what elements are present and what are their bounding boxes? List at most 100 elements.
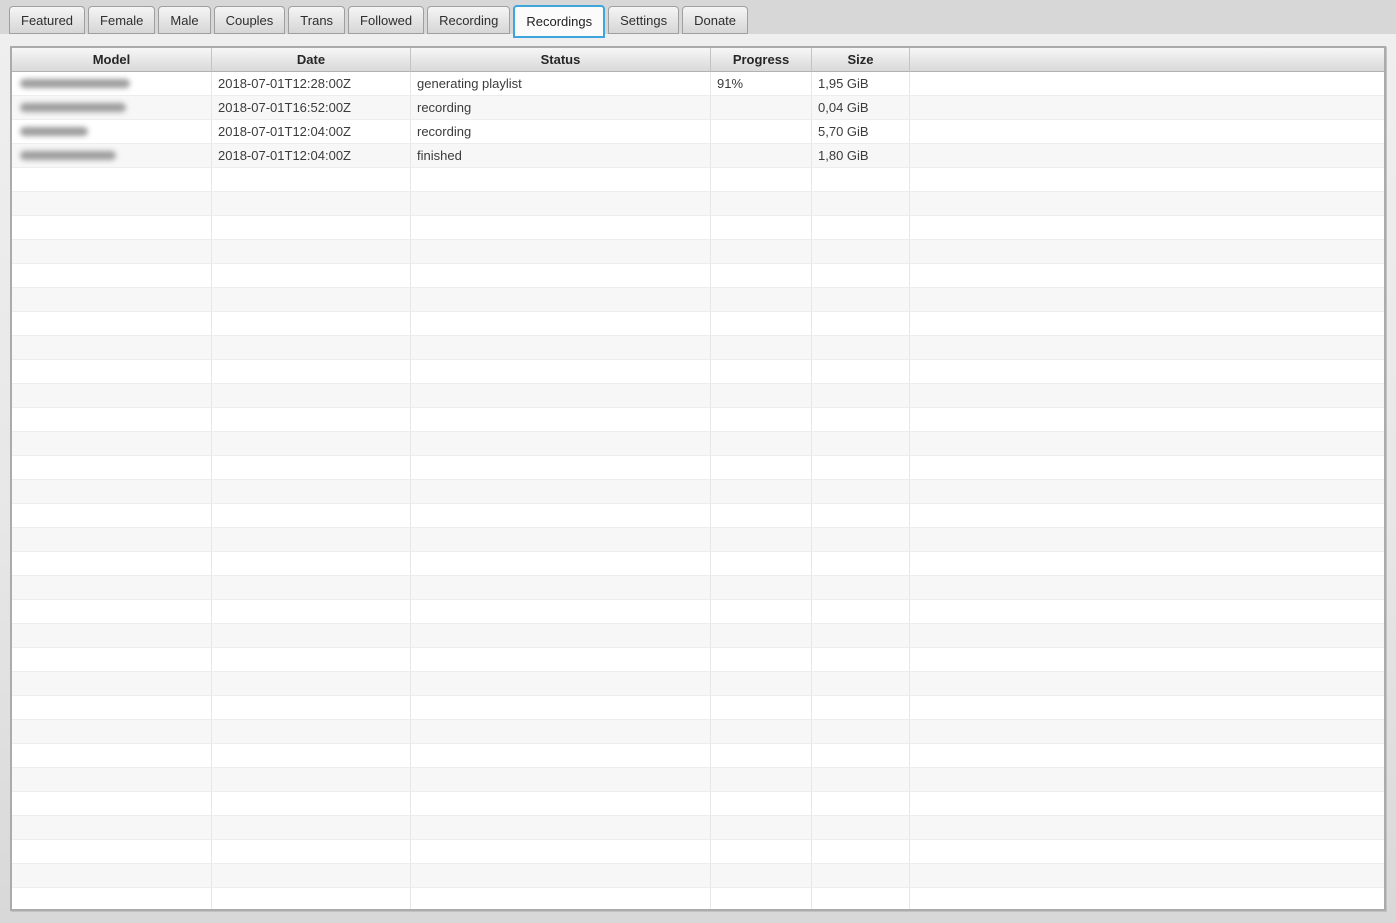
column-header-progress[interactable]: Progress — [711, 48, 812, 72]
cell-empty — [711, 888, 812, 909]
cell-empty — [812, 456, 910, 479]
cell-empty — [812, 480, 910, 503]
table-row[interactable] — [12, 696, 1384, 720]
column-header-date[interactable]: Date — [212, 48, 411, 72]
table-row[interactable]: 2018-07-01T12:04:00Z recording 5,70 GiB — [12, 120, 1384, 144]
cell-empty — [212, 192, 411, 215]
tab-female[interactable]: Female — [88, 6, 156, 34]
table-row[interactable] — [12, 408, 1384, 432]
tab-featured[interactable]: Featured — [9, 6, 86, 34]
table-row[interactable] — [12, 360, 1384, 384]
cell-empty — [12, 528, 212, 551]
column-header-model[interactable]: Model — [12, 48, 212, 72]
table-row[interactable] — [12, 312, 1384, 336]
cell-empty — [411, 672, 711, 695]
cell-empty — [711, 600, 812, 623]
cell-empty — [12, 408, 212, 431]
cell-empty — [812, 792, 910, 815]
model-name-redacted — [20, 79, 130, 88]
cell-empty — [12, 288, 212, 311]
column-header-size[interactable]: Size — [812, 48, 910, 72]
table-row[interactable] — [12, 192, 1384, 216]
cell-filler — [910, 456, 1384, 479]
table-row[interactable] — [12, 528, 1384, 552]
cell-empty — [212, 360, 411, 383]
cell-empty — [12, 552, 212, 575]
cell-filler — [910, 480, 1384, 503]
column-header-status[interactable]: Status — [411, 48, 711, 72]
cell-empty — [812, 768, 910, 791]
table-row[interactable] — [12, 432, 1384, 456]
table-row[interactable] — [12, 504, 1384, 528]
tab-followed[interactable]: Followed — [348, 6, 425, 34]
cell-filler — [910, 144, 1384, 167]
cell-empty — [12, 456, 212, 479]
table-row[interactable]: 2018-07-01T12:04:00Z finished 1,80 GiB — [12, 144, 1384, 168]
cell-empty — [212, 648, 411, 671]
table-row[interactable] — [12, 336, 1384, 360]
cell-empty — [711, 312, 812, 335]
table-row[interactable] — [12, 552, 1384, 576]
cell-empty — [411, 264, 711, 287]
model-name-redacted — [20, 127, 88, 136]
table-row[interactable] — [12, 720, 1384, 744]
content-pane: Model Date Status Progress Size 2018-07-01T1… — [0, 34, 1396, 923]
cell-empty — [411, 792, 711, 815]
cell-empty — [212, 384, 411, 407]
cell-empty — [212, 528, 411, 551]
cell-empty — [711, 792, 812, 815]
cell-empty — [812, 384, 910, 407]
cell-empty — [812, 672, 910, 695]
tab-male[interactable]: Male — [158, 6, 211, 34]
table-row[interactable] — [12, 216, 1384, 240]
table-row[interactable] — [12, 744, 1384, 768]
table-row[interactable] — [12, 480, 1384, 504]
table-row[interactable]: 2018-07-01T16:52:00Z recording 0,04 GiB — [12, 96, 1384, 120]
cell-empty — [12, 504, 212, 527]
table-row[interactable] — [12, 888, 1384, 909]
table-row[interactable] — [12, 768, 1384, 792]
table-row[interactable] — [12, 288, 1384, 312]
cell-empty — [812, 888, 910, 909]
column-header-filler — [910, 48, 1384, 72]
table-row[interactable] — [12, 864, 1384, 888]
table-row[interactable] — [12, 456, 1384, 480]
cell-empty — [12, 744, 212, 767]
tab-donate[interactable]: Donate — [682, 6, 749, 34]
cell-empty — [711, 456, 812, 479]
cell-empty — [812, 312, 910, 335]
table-row[interactable] — [12, 384, 1384, 408]
cell-empty — [812, 528, 910, 551]
table-row[interactable] — [12, 168, 1384, 192]
table-row[interactable] — [12, 840, 1384, 864]
cell-empty — [812, 432, 910, 455]
table-row[interactable] — [12, 264, 1384, 288]
table-row[interactable] — [12, 672, 1384, 696]
table-row[interactable] — [12, 600, 1384, 624]
table-row[interactable] — [12, 624, 1384, 648]
cell-filler — [910, 792, 1384, 815]
cell-empty — [812, 408, 910, 431]
table-row[interactable] — [12, 816, 1384, 840]
table-row[interactable] — [12, 792, 1384, 816]
cell-empty — [12, 672, 212, 695]
tab-settings[interactable]: Settings — [608, 6, 680, 34]
table-row[interactable] — [12, 240, 1384, 264]
cell-empty — [12, 264, 212, 287]
tab-recordings[interactable]: Recordings — [513, 5, 606, 38]
cell-filler — [910, 96, 1384, 119]
table-row[interactable] — [12, 576, 1384, 600]
cell-status: generating playlist — [411, 72, 711, 95]
cell-empty — [812, 504, 910, 527]
cell-progress — [711, 96, 812, 119]
table-row[interactable] — [12, 648, 1384, 672]
cell-empty — [711, 552, 812, 575]
tab-recording[interactable]: Recording — [427, 6, 511, 34]
cell-progress — [711, 120, 812, 143]
cell-empty — [711, 720, 812, 743]
table-row[interactable]: 2018-07-01T12:28:00Z generating playlist 9… — [12, 72, 1384, 96]
cell-empty — [212, 696, 411, 719]
tab-trans[interactable]: Trans — [288, 6, 346, 34]
tab-couples[interactable]: Couples — [213, 6, 286, 34]
cell-model — [12, 72, 212, 95]
